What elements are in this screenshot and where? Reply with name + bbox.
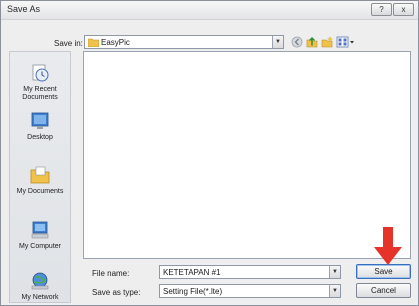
dialog-title: Save As (7, 4, 41, 14)
save-as-type-dropdown[interactable]: Setting File(*.lte) ▼ (159, 284, 341, 298)
save-in-dropdown[interactable]: EasyPic ▼ (84, 35, 284, 49)
new-folder-icon[interactable] (321, 36, 333, 48)
file-name-field[interactable]: KETETAPAN #1 ▼ (159, 265, 341, 279)
place-my-computer[interactable]: My Computer (10, 219, 70, 251)
up-folder-icon[interactable] (306, 36, 318, 48)
chevron-down-icon: ▼ (329, 266, 340, 278)
place-label: My Documents (16, 188, 64, 195)
recent-documents-icon (32, 64, 49, 82)
places-bar: My Recent Documents Desktop My Documents (9, 51, 71, 303)
save-as-dialog: Save As ? x Save in: EasyPic ▼ My Recent… (0, 0, 419, 306)
place-label: My Computer (18, 243, 61, 250)
arrow-down-icon (374, 227, 402, 265)
place-desktop[interactable]: Desktop (10, 110, 70, 142)
file-list[interactable] (83, 51, 411, 259)
desktop-icon (31, 112, 49, 129)
chevron-down-icon: ▼ (272, 36, 283, 48)
place-my-recent-documents[interactable]: My Recent Documents (10, 62, 70, 102)
cancel-button[interactable]: Cancel (356, 283, 411, 298)
my-computer-icon (31, 221, 49, 239)
save-as-type-label: Save as type: (92, 288, 141, 297)
views-menu-icon[interactable] (336, 36, 356, 48)
place-label: Desktop (27, 134, 53, 141)
title-bar[interactable]: Save As ? x (1, 1, 418, 20)
close-button[interactable]: x (393, 3, 414, 16)
file-name-value: KETETAPAN #1 (163, 268, 221, 277)
back-icon[interactable] (291, 36, 303, 48)
save-in-value: EasyPic (101, 38, 130, 47)
place-label: My Recent Documents (22, 86, 58, 101)
file-name-label: File name: (92, 269, 130, 278)
save-in-label: Save in: (54, 39, 83, 48)
place-my-documents[interactable]: My Documents (10, 164, 70, 196)
place-my-network[interactable]: My Network (10, 270, 70, 302)
folder-icon (88, 38, 99, 47)
save-as-type-value: Setting File(*.lte) (163, 287, 223, 296)
help-button[interactable]: ? (371, 3, 392, 16)
my-documents-icon (30, 166, 50, 184)
place-label: My Network (21, 294, 59, 301)
chevron-down-icon: ▼ (329, 285, 340, 297)
my-network-icon (31, 272, 49, 290)
